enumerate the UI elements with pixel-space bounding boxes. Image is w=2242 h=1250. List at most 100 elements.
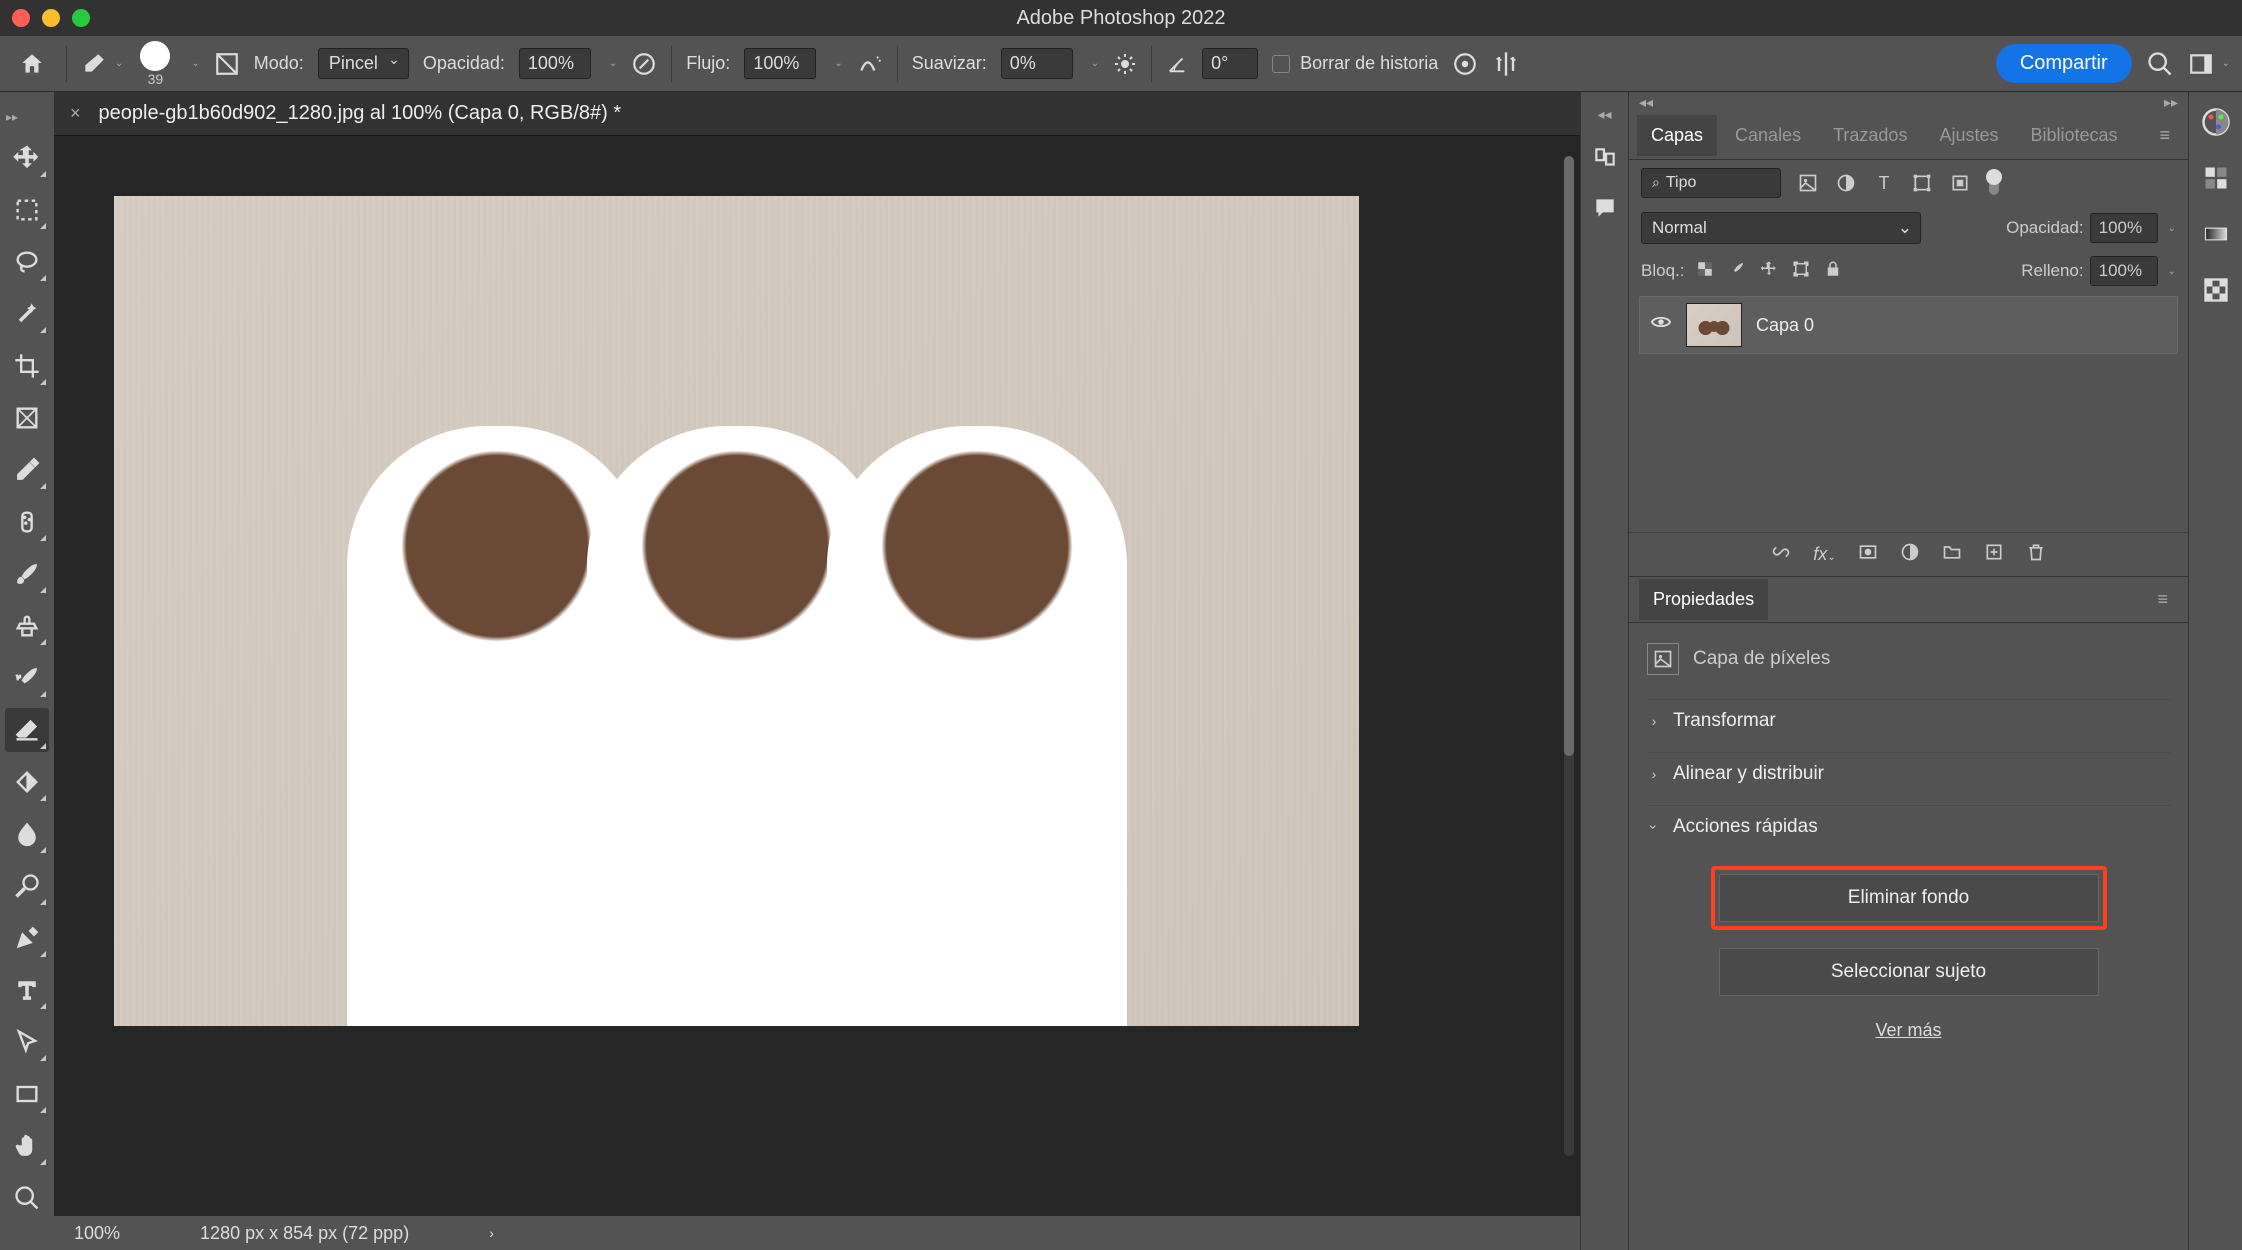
chevron-down-icon[interactable]: ⌄	[2168, 223, 2176, 234]
brush-preset-picker[interactable]: 39	[137, 41, 173, 87]
chevron-down-icon[interactable]: ⌄	[609, 58, 617, 69]
symmetry-icon[interactable]	[1492, 50, 1520, 78]
pen-tool[interactable]	[5, 916, 49, 960]
delete-layer-icon[interactable]	[2026, 542, 2046, 567]
status-flyout-icon[interactable]: ›	[489, 1225, 494, 1241]
blend-mode-select[interactable]: Normal	[1641, 212, 1921, 244]
close-window-button[interactable]	[12, 9, 30, 27]
tab-libraries[interactable]: Bibliotecas	[2016, 115, 2131, 156]
fill-input[interactable]: 100%	[2090, 256, 2158, 286]
filter-adjustment-icon[interactable]	[1835, 172, 1857, 194]
toolbar-expand-icon[interactable]: ▸▸	[0, 110, 18, 124]
canvas-image[interactable]	[114, 196, 1359, 1026]
canvas-viewport[interactable]	[54, 136, 1580, 1216]
tab-properties[interactable]: Propiedades	[1639, 579, 1768, 620]
tab-paths[interactable]: Trazados	[1819, 115, 1921, 156]
vertical-scrollbar-track[interactable]	[1564, 156, 1574, 1156]
smoothing-input[interactable]: 0%	[1001, 48, 1073, 79]
zoom-level[interactable]: 100%	[74, 1223, 120, 1244]
lock-image-icon[interactable]	[1728, 260, 1746, 283]
panel-menu-icon[interactable]: ≡	[2147, 589, 2178, 610]
search-icon[interactable]	[2146, 50, 2174, 78]
zoom-tool[interactable]	[5, 1176, 49, 1220]
mode-select[interactable]: Pincel	[318, 48, 409, 79]
brush-settings-toggle[interactable]	[214, 51, 240, 77]
see-more-link[interactable]: Ver más	[1875, 1014, 1941, 1041]
clone-stamp-tool[interactable]	[5, 604, 49, 648]
magic-wand-tool[interactable]	[5, 292, 49, 336]
gradient-tool[interactable]	[5, 760, 49, 804]
type-tool[interactable]	[5, 968, 49, 1012]
pressure-opacity-icon[interactable]	[631, 51, 657, 77]
chevron-down-icon[interactable]: ⌄	[2168, 266, 2176, 277]
pressure-size-icon[interactable]	[1452, 51, 1478, 77]
hand-tool[interactable]	[5, 1124, 49, 1168]
layer-style-icon[interactable]: fx⌄	[1813, 544, 1835, 565]
opacity-input[interactable]: 100%	[519, 48, 591, 79]
erase-history-checkbox[interactable]	[1272, 55, 1290, 73]
vertical-scrollbar-thumb[interactable]	[1564, 156, 1574, 756]
airbrush-icon[interactable]	[857, 51, 883, 77]
history-panel-icon[interactable]	[1590, 143, 1620, 173]
comments-panel-icon[interactable]	[1590, 193, 1620, 223]
minimize-window-button[interactable]	[42, 9, 60, 27]
angle-input[interactable]: 0°	[1202, 48, 1258, 79]
flow-input[interactable]: 100%	[744, 48, 816, 79]
marquee-tool[interactable]	[5, 188, 49, 232]
swatches-panel-icon[interactable]	[2200, 162, 2232, 194]
quick-actions-section-header[interactable]: › Acciones rápidas	[1647, 805, 2170, 848]
panel-menu-icon[interactable]: ≡	[2149, 125, 2180, 146]
eraser-tool-icon[interactable]: ⌄	[81, 51, 123, 77]
filter-toggle-switch[interactable]	[1989, 171, 1999, 195]
layer-mask-icon[interactable]	[1858, 542, 1878, 567]
new-layer-icon[interactable]	[1984, 542, 2004, 567]
chevron-down-icon[interactable]: ⌄	[1091, 58, 1099, 69]
smoothing-options-icon[interactable]	[1113, 52, 1137, 76]
collapse-panels-right-icon[interactable]: ▸▸	[2164, 94, 2178, 111]
filter-type-icon[interactable]: T	[1873, 172, 1895, 194]
maximize-window-button[interactable]	[72, 9, 90, 27]
patterns-panel-icon[interactable]	[2200, 274, 2232, 306]
filter-pixel-icon[interactable]	[1797, 172, 1819, 194]
share-button[interactable]: Compartir	[1996, 44, 2132, 83]
tab-layers[interactable]: Capas	[1637, 115, 1717, 156]
chevron-down-icon[interactable]: ⌄	[834, 58, 842, 69]
align-section-header[interactable]: › Alinear y distribuir	[1647, 752, 2170, 795]
layer-opacity-input[interactable]: 100%	[2090, 213, 2158, 243]
select-subject-button[interactable]: Seleccionar sujeto	[1719, 948, 2099, 996]
document-tab-title[interactable]: people-gb1b60d902_1280.jpg al 100% (Capa…	[99, 102, 622, 125]
lasso-tool[interactable]	[5, 240, 49, 284]
tab-adjustments[interactable]: Ajustes	[1925, 115, 2012, 156]
collapse-panels-left-icon[interactable]: ◂◂	[1639, 94, 1653, 111]
rectangle-tool[interactable]	[5, 1072, 49, 1116]
frame-tool[interactable]	[5, 396, 49, 440]
link-layers-icon[interactable]	[1771, 542, 1791, 567]
blur-tool[interactable]	[5, 812, 49, 856]
chevron-down-icon[interactable]: ⌄	[191, 58, 199, 69]
crop-tool[interactable]	[5, 344, 49, 388]
new-group-icon[interactable]	[1942, 542, 1962, 567]
tab-channels[interactable]: Canales	[1721, 115, 1815, 156]
color-panel-icon[interactable]	[2200, 106, 2232, 138]
dodge-tool[interactable]	[5, 864, 49, 908]
filter-smartobject-icon[interactable]	[1949, 172, 1971, 194]
layer-item[interactable]: Capa 0	[1639, 296, 2178, 354]
layer-thumbnail[interactable]	[1686, 303, 1742, 347]
eyedropper-tool[interactable]	[5, 448, 49, 492]
lock-position-icon[interactable]	[1760, 260, 1778, 283]
expand-dock-icon[interactable]: ◂◂	[1597, 106, 1611, 123]
gradients-panel-icon[interactable]	[2200, 218, 2232, 250]
lock-all-icon[interactable]	[1824, 260, 1842, 283]
layer-name[interactable]: Capa 0	[1756, 315, 1814, 336]
history-brush-tool[interactable]	[5, 656, 49, 700]
eraser-tool[interactable]	[5, 708, 49, 752]
brush-tool[interactable]	[5, 552, 49, 596]
home-button[interactable]	[12, 44, 52, 84]
lock-transparency-icon[interactable]	[1696, 260, 1714, 283]
layer-visibility-toggle[interactable]	[1650, 311, 1672, 339]
close-tab-button[interactable]: ×	[70, 103, 81, 124]
lock-artboard-icon[interactable]	[1792, 260, 1810, 283]
move-tool[interactable]	[5, 136, 49, 180]
filter-shape-icon[interactable]	[1911, 172, 1933, 194]
remove-background-button[interactable]: Eliminar fondo	[1719, 874, 2099, 922]
